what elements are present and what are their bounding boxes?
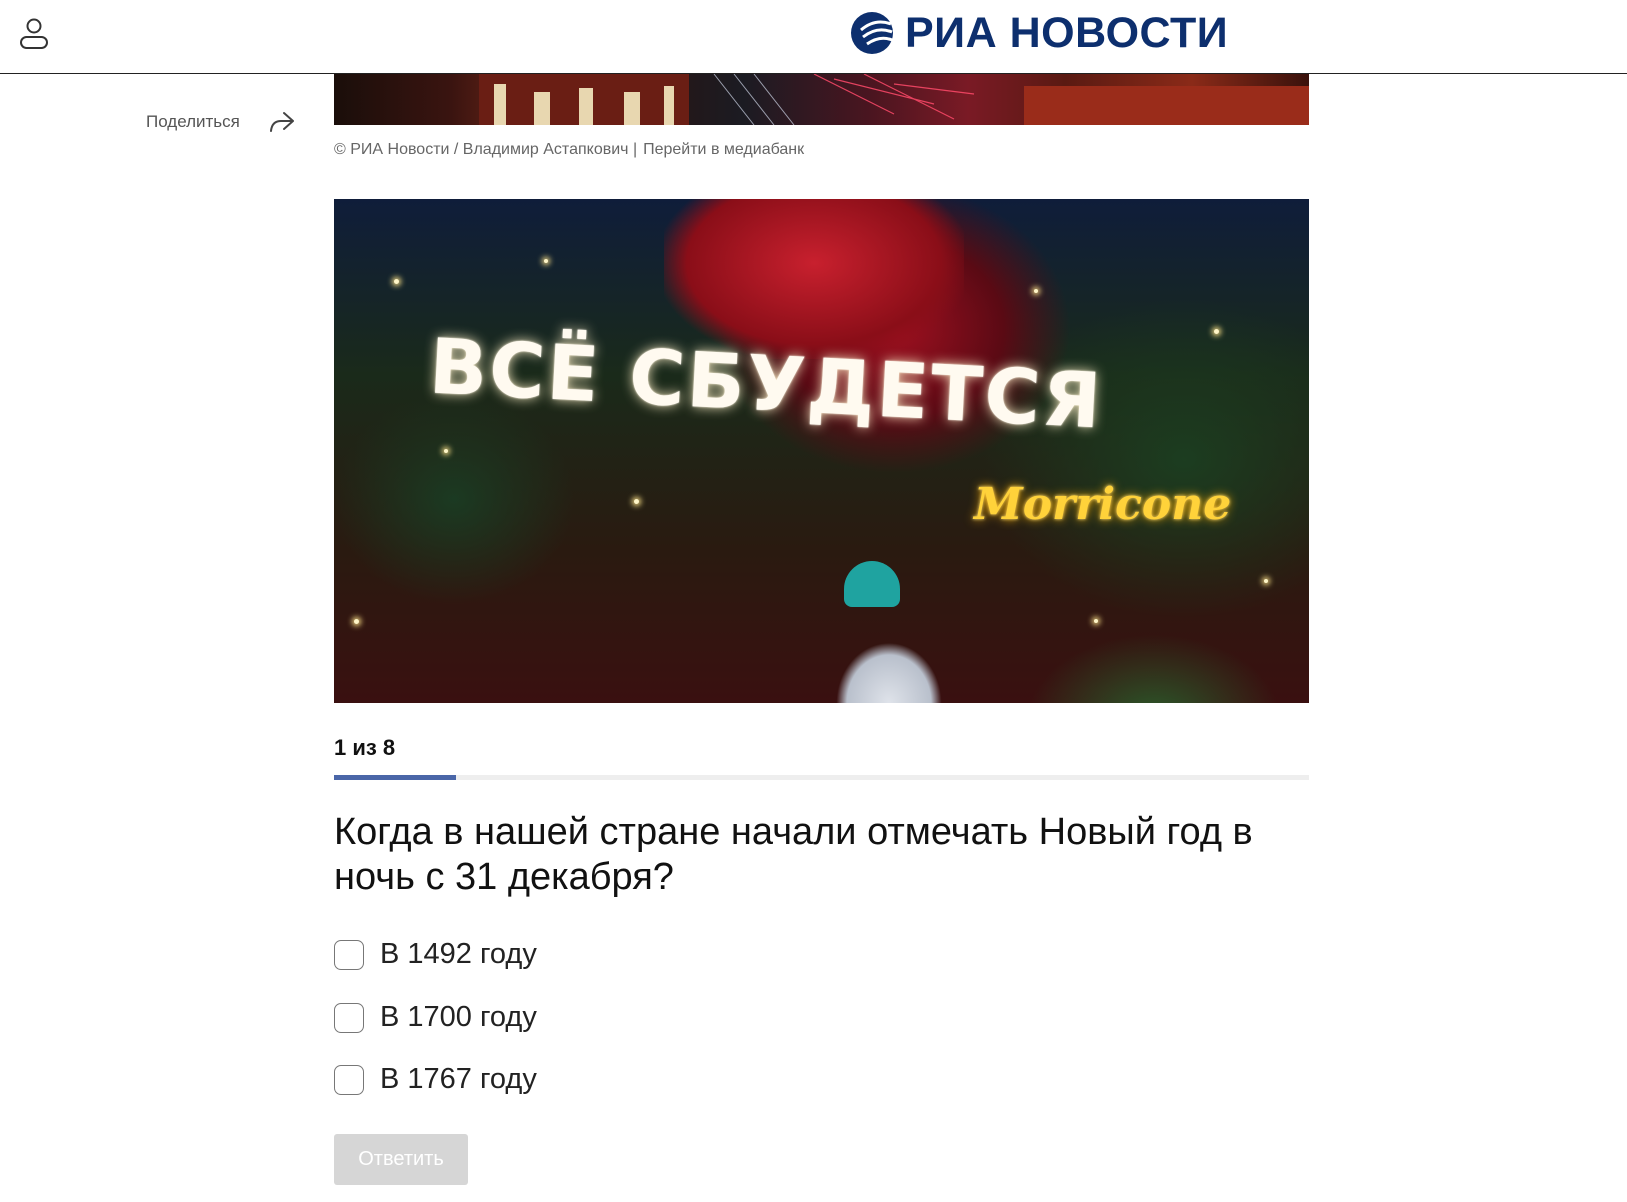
quiz-option-2[interactable]: В 1700 году: [334, 1001, 537, 1034]
submit-answer-button[interactable]: Ответить: [334, 1134, 468, 1185]
quiz-option-3[interactable]: В 1767 году: [334, 1063, 537, 1096]
top-photo: [334, 74, 1309, 125]
mediabank-link[interactable]: Перейти в медиабанк: [643, 141, 804, 159]
option-label: В 1492 году: [380, 938, 537, 970]
logo-text: РИА НОВОСТИ: [905, 8, 1229, 57]
photo-credit: © РИА Новости / Владимир Астапкович |: [334, 141, 638, 158]
share-button[interactable]: Поделиться: [146, 110, 296, 134]
kremlin-fireworks-image: [479, 74, 1309, 125]
option-checkbox[interactable]: [334, 939, 364, 970]
ria-logo[interactable]: РИА НОВОСТИ: [849, 8, 1228, 58]
ria-globe-icon: [851, 12, 893, 54]
quiz-option-1[interactable]: В 1492 году: [334, 938, 537, 971]
site-header: РИА НОВОСТИ: [0, 0, 1627, 74]
photo-neon-text: Morricone: [974, 479, 1232, 530]
quiz-progress-fill: [334, 775, 456, 780]
quiz-progress-bar: [334, 775, 1309, 780]
user-icon: [20, 18, 48, 49]
option-checkbox[interactable]: [334, 1002, 364, 1033]
quiz-photo: ВСЁ СБУДЕТСЯ Morricone: [334, 199, 1309, 703]
option-label: В 1700 году: [380, 1001, 537, 1033]
photo-sign-text: ВСЁ СБУДЕТСЯ: [427, 321, 1105, 446]
share-arrow-icon: [269, 112, 294, 132]
quiz-counter: 1 из 8: [334, 735, 396, 760]
option-checkbox[interactable]: [334, 1064, 364, 1095]
share-label: Поделиться: [146, 112, 240, 131]
option-label: В 1767 году: [380, 1063, 537, 1095]
quiz-question: Когда в нашей стране начали отмечать Нов…: [334, 811, 1253, 898]
photo-caption: © РИА Новости / Владимир Астапкович | Пе…: [334, 141, 804, 159]
user-profile-button[interactable]: [16, 16, 52, 52]
